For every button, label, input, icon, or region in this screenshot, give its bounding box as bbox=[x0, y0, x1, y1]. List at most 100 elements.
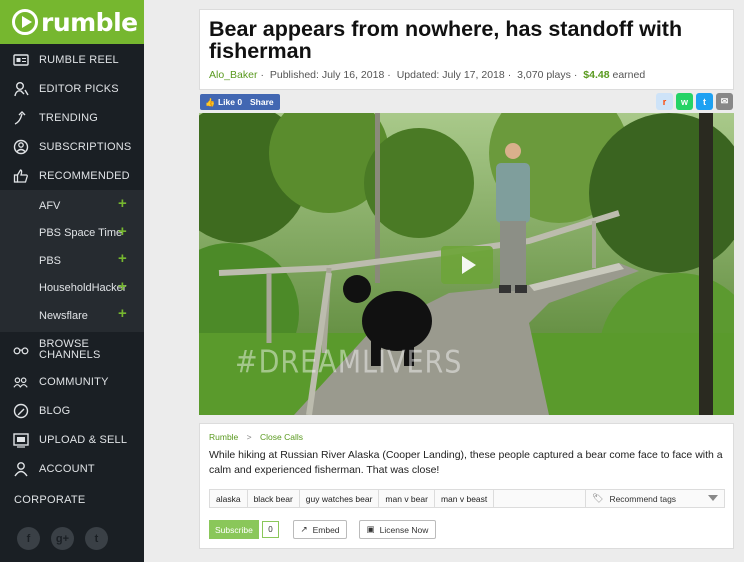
subscription-list: AFV + PBS Space Time + PBS + HouseholdHa… bbox=[0, 190, 144, 332]
nav-label: ACCOUNT bbox=[39, 463, 95, 475]
blog-icon bbox=[12, 403, 30, 419]
reddit-icon[interactable]: r bbox=[656, 93, 673, 110]
subscribe-button[interactable]: Subscribe bbox=[209, 520, 259, 539]
play-button[interactable] bbox=[441, 246, 493, 284]
nav-label: BROWSE CHANNELS bbox=[39, 338, 101, 361]
earned-label: earned bbox=[612, 69, 646, 81]
share-icons: r w t ✉ bbox=[656, 93, 733, 110]
video-watermark: #DREAMLIVERS bbox=[235, 344, 463, 381]
google-plus-icon[interactable]: g+ bbox=[51, 527, 74, 550]
share-bar: 👍 Like 0 Share r w t ✉ bbox=[199, 93, 734, 111]
account-icon bbox=[12, 461, 30, 477]
sidebar: rumble RUMBLE REEL EDITOR PICKS TRENDING… bbox=[0, 0, 144, 562]
nav-blog[interactable]: BLOG bbox=[0, 397, 144, 426]
subscription-item[interactable]: AFV + bbox=[0, 192, 144, 220]
nav-upload-sell[interactable]: UPLOAD & SELL bbox=[0, 426, 144, 455]
embed-label: Embed bbox=[312, 524, 340, 535]
tag-item[interactable]: guy watches bear bbox=[300, 490, 380, 507]
subscription-item[interactable]: PBS Space Time + bbox=[0, 220, 144, 248]
play-count: 3,070 plays bbox=[517, 69, 571, 81]
editor-person-icon bbox=[12, 81, 30, 97]
license-card-icon: ▣ bbox=[366, 524, 375, 534]
nav-rumble-reel[interactable]: RUMBLE REEL bbox=[0, 45, 144, 74]
tag-item[interactable]: alaska bbox=[210, 490, 248, 507]
plus-icon[interactable]: + bbox=[118, 250, 127, 267]
trending-icon bbox=[12, 110, 30, 126]
nav-editor-picks[interactable]: EDITOR PICKS bbox=[0, 74, 144, 103]
nav-community[interactable]: COMMUNITY bbox=[0, 368, 144, 397]
rumble-play-logo-icon bbox=[12, 9, 38, 35]
nav-browse-channels[interactable]: BROWSE CHANNELS bbox=[0, 332, 144, 368]
subscription-name: PBS Space Time bbox=[39, 227, 123, 240]
rumble-logo[interactable]: rumble bbox=[0, 0, 144, 44]
corporate-link[interactable]: CORPORATE bbox=[14, 494, 86, 506]
facebook-like-button[interactable]: 👍 Like 0 bbox=[200, 94, 248, 110]
action-buttons: Subscribe 0 ↗ Embed ▣ License Now bbox=[209, 520, 509, 539]
video-description: While hiking at Russian River Alaska (Co… bbox=[209, 449, 723, 476]
logo-text: rumble bbox=[41, 7, 138, 37]
community-icon bbox=[12, 374, 30, 390]
nav-label: SUBSCRIPTIONS bbox=[39, 140, 132, 153]
plus-icon[interactable]: + bbox=[118, 195, 127, 212]
subscription-item[interactable]: HouseholdHacker + bbox=[0, 275, 144, 303]
plus-icon[interactable]: + bbox=[118, 278, 127, 295]
nav-subscriptions[interactable]: SUBSCRIPTIONS bbox=[0, 132, 144, 161]
video-player[interactable]: #DREAMLIVERS bbox=[199, 113, 734, 415]
updated-date: Updated: July 17, 2018 bbox=[396, 69, 505, 81]
share-arrow-icon: ↗ bbox=[300, 524, 308, 534]
nav-label-line2: CHANNELS bbox=[39, 348, 101, 361]
nav-recommended[interactable]: RECOMMENDED bbox=[0, 161, 144, 190]
thumbs-up-icon bbox=[12, 168, 30, 184]
author-link[interactable]: Alo_Baker bbox=[209, 69, 257, 81]
subscription-name: AFV bbox=[39, 199, 61, 212]
recommend-tags-dropdown[interactable]: 🏷 Recommend tags bbox=[586, 490, 724, 507]
subscription-name: HouseholdHacker bbox=[39, 282, 127, 295]
breadcrumb-separator: > bbox=[246, 432, 252, 442]
license-now-button[interactable]: ▣ License Now bbox=[359, 520, 436, 539]
email-icon[interactable]: ✉ bbox=[716, 93, 733, 110]
caret-down-icon bbox=[708, 495, 718, 501]
subscriptions-icon bbox=[12, 139, 30, 155]
tag-item[interactable]: black bear bbox=[248, 490, 300, 507]
facebook-icon[interactable]: f bbox=[17, 527, 40, 550]
secondary-nav: BROWSE CHANNELS COMMUNITY BLOG UPLOAD & … bbox=[0, 332, 144, 484]
subscription-name: PBS bbox=[39, 254, 62, 267]
glasses-icon bbox=[12, 342, 30, 358]
reel-icon bbox=[12, 52, 30, 68]
license-label: License Now bbox=[379, 524, 429, 535]
published-date: Published: July 16, 2018 bbox=[269, 69, 385, 81]
recommend-label: Recommend tags bbox=[609, 493, 677, 504]
tag-bar: alaska black bear guy watches bear man v… bbox=[209, 489, 725, 508]
twitter-icon[interactable]: t bbox=[85, 527, 108, 550]
tag-icon: 🏷 bbox=[592, 493, 604, 503]
facebook-share-button[interactable]: Share bbox=[244, 94, 280, 110]
video-meta: Alo_Baker · Published: July 16, 2018 · Upd… bbox=[209, 69, 646, 81]
breadcrumb-rumble[interactable]: Rumble bbox=[209, 432, 238, 442]
twitter-share-icon[interactable]: t bbox=[696, 93, 713, 110]
main-nav: RUMBLE REEL EDITOR PICKS TRENDING SUBSCR… bbox=[0, 45, 144, 190]
nav-account[interactable]: ACCOUNT bbox=[0, 455, 144, 484]
plus-icon[interactable]: + bbox=[118, 305, 127, 322]
nav-label: COMMUNITY bbox=[39, 376, 109, 388]
whatsapp-icon[interactable]: w bbox=[676, 93, 693, 110]
subscription-name: Newsflare bbox=[39, 309, 88, 322]
video-description-card: Rumble > Close Calls While hiking at Rus… bbox=[199, 423, 734, 549]
subscriber-count: 0 bbox=[262, 521, 279, 538]
video-title: Bear appears from nowhere, has standoff … bbox=[209, 17, 683, 63]
social-links: f g+ t bbox=[17, 527, 108, 550]
tag-item[interactable]: man v beast bbox=[435, 490, 495, 507]
video-header: Bear appears from nowhere, has standoff … bbox=[199, 9, 734, 90]
breadcrumb-close-calls[interactable]: Close Calls bbox=[260, 432, 303, 442]
nav-label: RECOMMENDED bbox=[39, 169, 130, 182]
embed-button[interactable]: ↗ Embed bbox=[293, 520, 347, 539]
tag-item[interactable]: man v bear bbox=[379, 490, 435, 507]
subscription-item[interactable]: Newsflare + bbox=[0, 302, 144, 330]
nav-label: EDITOR PICKS bbox=[39, 82, 119, 95]
plus-icon[interactable]: + bbox=[118, 223, 127, 240]
subscription-item[interactable]: PBS + bbox=[0, 247, 144, 275]
nav-label: UPLOAD & SELL bbox=[39, 434, 128, 446]
nav-trending[interactable]: TRENDING bbox=[0, 103, 144, 132]
breadcrumb: Rumble > Close Calls bbox=[209, 432, 303, 442]
like-label: Like 0 bbox=[217, 97, 243, 107]
tag-spacer bbox=[494, 490, 586, 507]
